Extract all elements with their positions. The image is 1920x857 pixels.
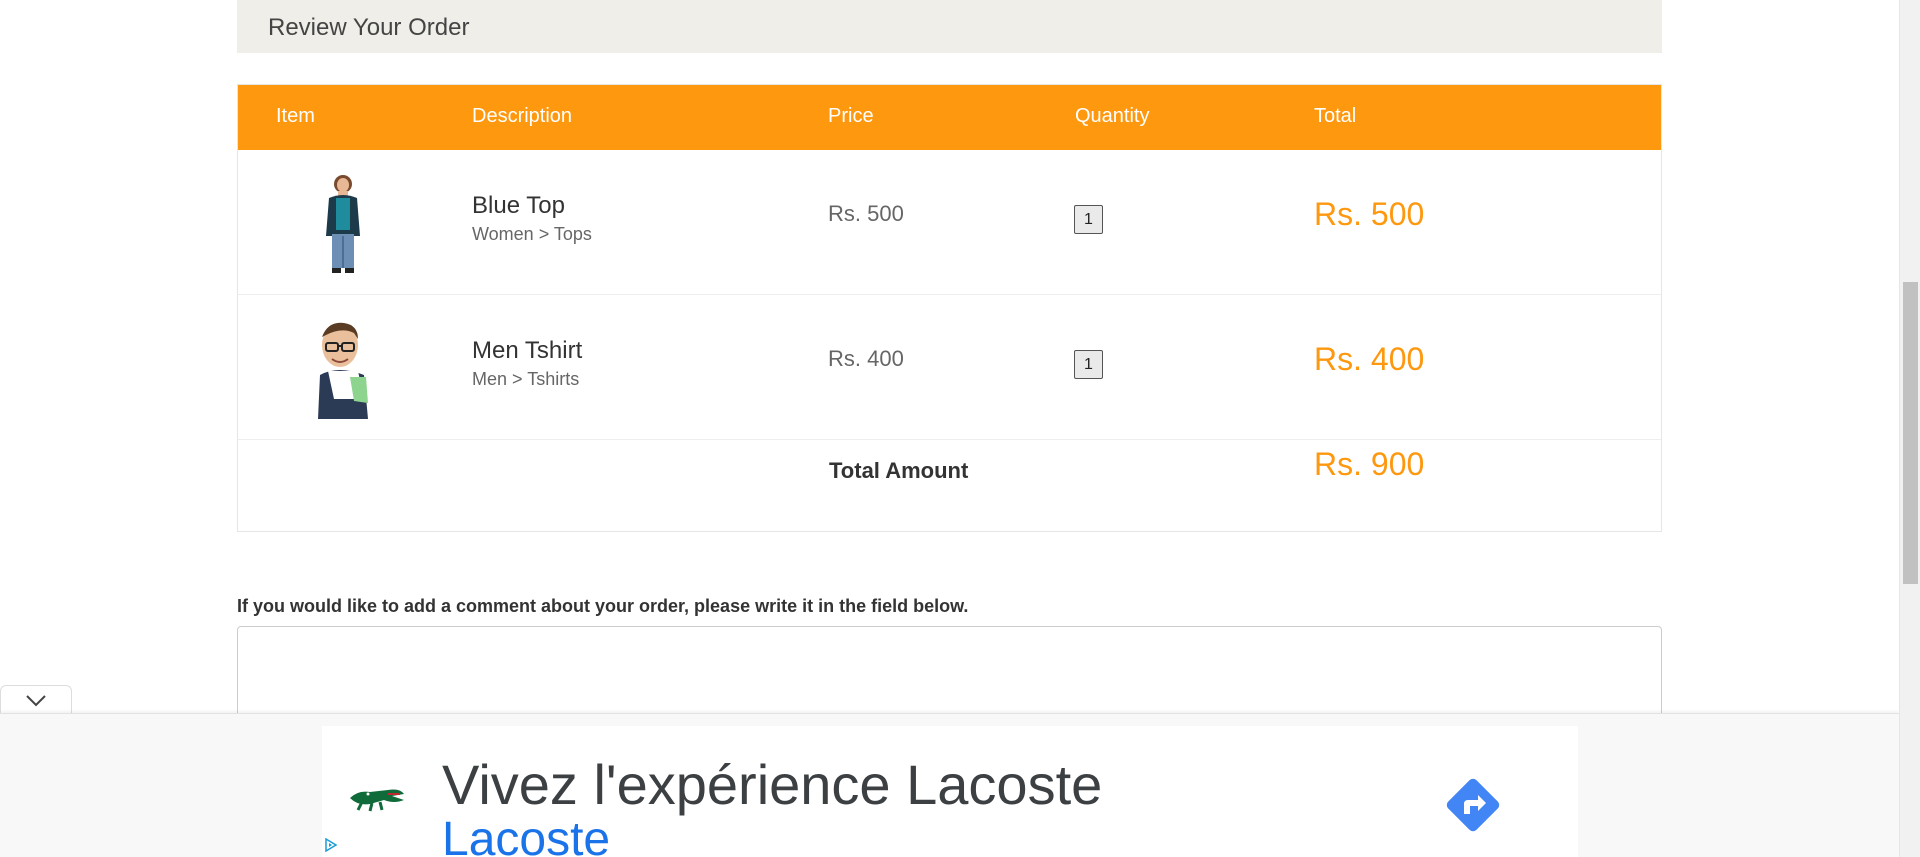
ad-headline[interactable]: Vivez l'expérience Lacoste <box>442 752 1102 817</box>
table-row: Blue Top Women > Tops Rs. 500 1 Rs. 500 <box>238 150 1661 295</box>
header-item: Item <box>276 105 315 127</box>
product-category: Women > Tops <box>472 224 592 244</box>
directions-arrow-icon[interactable] <box>1442 774 1504 836</box>
comment-label: If you would like to add a comment about… <box>237 596 969 616</box>
header-quantity: Quantity <box>1075 105 1150 127</box>
header-price: Price <box>828 105 874 127</box>
ad-brand-link[interactable]: Lacoste <box>442 812 610 857</box>
total-amount-label: Total Amount <box>829 458 969 483</box>
adchoices-icon[interactable] <box>324 838 338 852</box>
crocodile-logo <box>350 789 404 812</box>
product-image-men-tshirt[interactable] <box>298 315 388 421</box>
review-heading-bar: Review Your Order <box>237 0 1662 53</box>
quantity-button[interactable]: 1 <box>1074 205 1103 234</box>
product-price: Rs. 500 <box>828 201 904 226</box>
table-row: Men Tshirt Men > Tshirts Rs. 400 1 Rs. 4… <box>238 295 1661 440</box>
product-total: Rs. 400 <box>1314 341 1425 377</box>
header-description: Description <box>472 105 573 127</box>
page: Review Your Order Item Description Price… <box>0 0 1920 857</box>
ad-content[interactable]: Vivez l'expérience Lacoste Lacoste <box>322 726 1578 857</box>
scrollbar[interactable] <box>1899 0 1920 857</box>
product-total: Rs. 500 <box>1314 196 1425 232</box>
total-amount-value: Rs. 900 <box>1314 446 1425 482</box>
ad-collapse-button[interactable] <box>0 685 72 714</box>
chevron-down-icon <box>26 695 46 707</box>
cart-table-header: Item Description Price Quantity Total <box>238 85 1661 150</box>
product-name[interactable]: Men Tshirt <box>472 337 582 365</box>
scrollbar-thumb[interactable] <box>1903 282 1918 584</box>
product-category: Men > Tshirts <box>472 369 580 389</box>
header-total: Total <box>1314 105 1357 127</box>
page-title: Review Your Order <box>268 14 470 41</box>
ad-banner[interactable]: Vivez l'expérience Lacoste Lacoste <box>0 713 1899 857</box>
product-name[interactable]: Blue Top <box>472 192 565 220</box>
quantity-button[interactable]: 1 <box>1074 350 1103 379</box>
cart-table: Item Description Price Quantity Total Bl… <box>237 84 1662 532</box>
product-price: Rs. 400 <box>828 346 904 371</box>
product-image-blue-top[interactable] <box>298 170 388 276</box>
